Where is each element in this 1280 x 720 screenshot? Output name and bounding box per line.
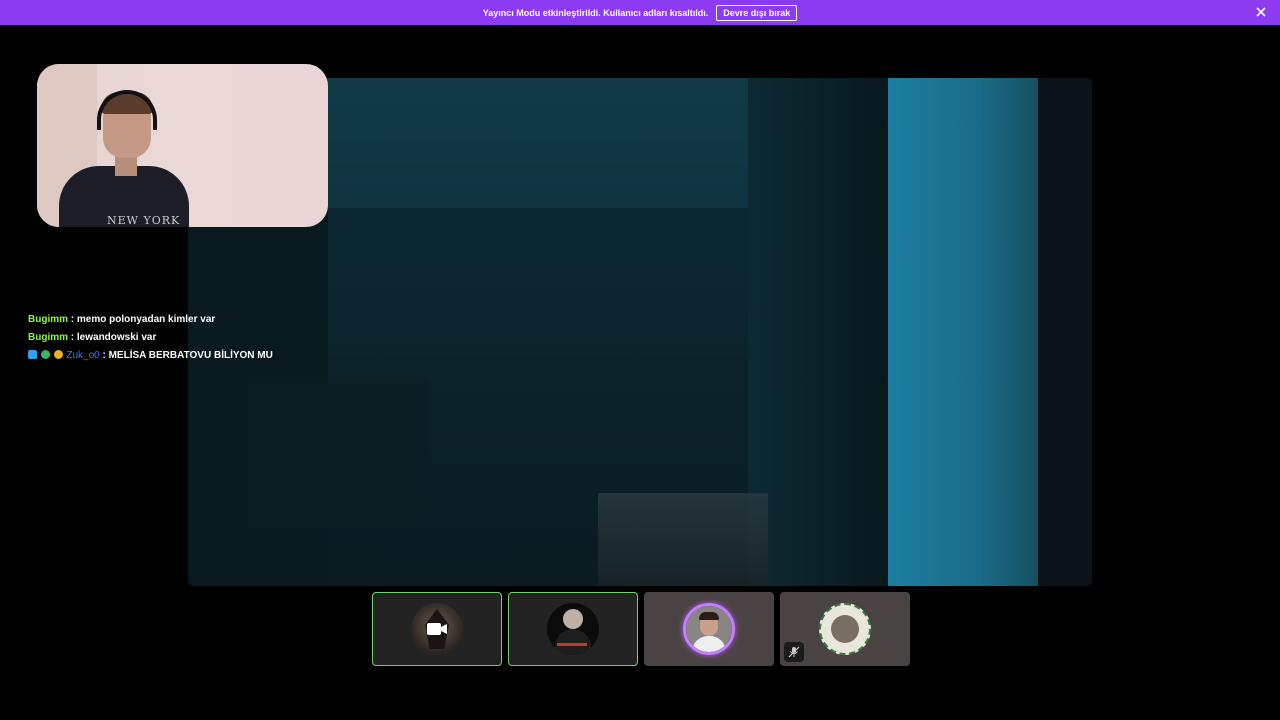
chat-text: memo polonyadan kimler var: [76, 314, 216, 325]
chat-message: Bugimm : memo polonyadan kimler var: [28, 313, 328, 331]
chat-message: Bugimm : lewandowski var: [28, 331, 328, 349]
avatar: [547, 603, 599, 655]
participant-tiles: [372, 592, 910, 666]
chat-username[interactable]: Bugimm: [28, 332, 68, 343]
coin-badge-icon: [53, 350, 63, 359]
video-frame-bed: [598, 493, 768, 586]
video-frame-wardrobe: [748, 78, 888, 586]
video-camera-icon: [427, 623, 447, 635]
gem-badge-icon: [28, 350, 37, 359]
banner-message: Yayıncı Modu etkinleştirildi. Kullanıcı …: [482, 7, 709, 18]
participant-tile[interactable]: [508, 592, 638, 666]
video-frame-dark-area: [1038, 78, 1092, 586]
chat-separator: :: [68, 332, 77, 343]
shirt-print: NEW YORK: [107, 214, 181, 227]
chat-text: MELİSA BERBATOVU BİLİYON MU: [108, 350, 273, 361]
video-frame-shelf: [248, 378, 428, 528]
chat-overlay: Bugimm : memo polonyadan kimler var Bugi…: [28, 313, 328, 367]
chat-message: Zuk_o0 : MELİSA BERBATOVU BİLİYON MU: [28, 349, 328, 367]
speaking-indicator: [683, 603, 735, 655]
muted-microphone-icon: [784, 642, 804, 662]
video-frame-curtain: [888, 78, 1038, 586]
chat-username[interactable]: Zuk_o0: [66, 350, 99, 361]
participant-tile-muted[interactable]: [780, 592, 910, 666]
streamer-webcam: NEW YORK: [37, 64, 328, 227]
chat-separator: :: [68, 314, 77, 325]
close-icon[interactable]: [1254, 5, 1268, 19]
disable-streamer-mode-button[interactable]: Devre dışı bırak: [716, 4, 798, 21]
chat-separator: :: [99, 350, 109, 361]
participant-tile[interactable]: [372, 592, 502, 666]
streamer-mode-banner: Yayıncı Modu etkinleştirildi. Kullanıcı …: [0, 0, 1280, 25]
shield-badge-icon: [40, 350, 50, 359]
participant-tile-speaking[interactable]: [644, 592, 774, 666]
chat-username[interactable]: Bugimm: [28, 314, 68, 325]
chat-text: lewandowski var: [76, 332, 157, 343]
avatar: [819, 603, 871, 655]
avatar: [686, 606, 732, 652]
